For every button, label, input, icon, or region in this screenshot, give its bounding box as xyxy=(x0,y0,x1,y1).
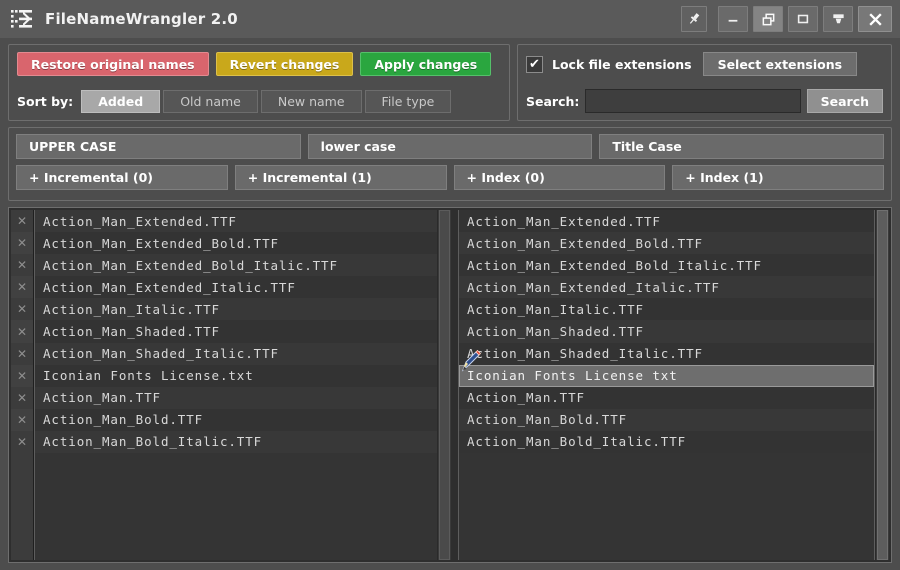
remove-file-button[interactable]: ✕ xyxy=(11,386,33,409)
old-names-list[interactable]: Action_Man_Extended.TTF Action_Man_Extend… xyxy=(34,210,437,560)
revert-changes-button[interactable]: Revert changes xyxy=(215,52,354,76)
case-tools-panel: UPPER CASE lower case Title Case + Incre… xyxy=(8,127,892,201)
application-window: FileNameWrangler 2.0 Restore original na… xyxy=(0,0,900,570)
action-buttons: Restore original names Revert changes Ap… xyxy=(17,52,501,76)
sort-option-added[interactable]: Added xyxy=(81,90,161,113)
numbering-buttons-row: + Incremental (0) + Incremental (1) + In… xyxy=(16,165,884,190)
new-name-row[interactable]: Action_Man_Bold.TTF xyxy=(459,408,874,431)
rollup-icon[interactable] xyxy=(823,6,853,32)
close-icon[interactable] xyxy=(858,6,892,32)
old-name-row[interactable]: Action_Man_Extended.TTF xyxy=(35,210,437,233)
remove-file-button[interactable]: ✕ xyxy=(11,210,33,233)
search-input[interactable] xyxy=(585,89,801,113)
new-names-column: Action_Man_Extended.TTF Action_Man_Extend… xyxy=(458,210,889,560)
new-name-row[interactable]: Action_Man_Bold_Italic.TTF xyxy=(459,430,874,454)
window-controls xyxy=(681,6,896,32)
actions-panel: Restore original names Revert changes Ap… xyxy=(8,44,510,121)
restore-icon[interactable] xyxy=(753,6,783,32)
old-name-row[interactable]: Action_Man_Shaded.TTF xyxy=(35,320,437,343)
search-button[interactable]: Search xyxy=(806,89,883,113)
maximize-icon[interactable] xyxy=(788,6,818,32)
sort-option-new-name[interactable]: New name xyxy=(260,90,362,113)
remove-file-button[interactable]: ✕ xyxy=(11,364,33,387)
apply-changes-button[interactable]: Apply changes xyxy=(360,52,492,76)
file-lists-area: ✕ ✕ ✕ ✕ ✕ ✕ ✕ ✕ ✕ ✕ ✕ Action_Man_Extended.TTF Actio… xyxy=(8,207,892,563)
new-list-scroll-thumb[interactable] xyxy=(877,210,888,560)
title-case-button[interactable]: Title Case xyxy=(599,134,885,159)
select-extensions-button[interactable]: Select extensions xyxy=(702,52,858,76)
case-buttons-row: UPPER CASE lower case Title Case xyxy=(16,134,885,159)
restore-original-names-button[interactable]: Restore original names xyxy=(17,52,209,76)
index-one-button[interactable]: + Index (1) xyxy=(672,165,884,190)
old-name-row[interactable]: Action_Man_Extended_Bold_Italic.TTF xyxy=(35,254,437,277)
remove-buttons-column: ✕ ✕ ✕ ✕ ✕ ✕ ✕ ✕ ✕ ✕ ✕ xyxy=(11,210,34,560)
options-panel: ✔ Lock file extensions Select extensions… xyxy=(517,44,892,121)
new-name-row-editing[interactable]: Iconian Fonts License txt xyxy=(459,364,874,387)
old-name-row[interactable]: Action_Man_Extended_Italic.TTF xyxy=(35,276,437,299)
sort-option-file-type[interactable]: File type xyxy=(364,90,452,113)
new-name-row[interactable]: Action_Man_Extended_Bold_Italic.TTF xyxy=(459,254,874,277)
old-name-row[interactable]: Iconian Fonts License.txt xyxy=(35,364,437,387)
minimize-icon[interactable] xyxy=(718,6,748,32)
upper-case-button[interactable]: UPPER CASE xyxy=(16,134,301,159)
sort-by-label: Sort by: xyxy=(17,94,74,109)
old-name-row[interactable]: Action_Man.TTF xyxy=(35,386,437,409)
new-names-list[interactable]: Action_Man_Extended.TTF Action_Man_Extend… xyxy=(458,210,875,560)
old-list-scrollbar[interactable] xyxy=(437,210,451,560)
remove-file-button[interactable]: ✕ xyxy=(11,298,33,321)
old-list-scroll-thumb[interactable] xyxy=(439,210,450,560)
new-list-scrollbar[interactable] xyxy=(875,210,889,560)
incremental-one-button[interactable]: + Incremental (1) xyxy=(234,165,447,190)
new-name-row[interactable]: Action_Man_Extended.TTF xyxy=(459,210,874,233)
remove-file-button[interactable]: ✕ xyxy=(11,342,33,365)
search-label: Search: xyxy=(526,93,580,109)
remove-file-button[interactable]: ✕ xyxy=(11,232,33,255)
new-name-row[interactable]: Action_Man_Italic.TTF xyxy=(459,298,874,321)
lock-extensions-checkbox[interactable]: ✔ xyxy=(526,55,543,73)
toolbar-region: Restore original names Revert changes Ap… xyxy=(0,38,900,121)
remove-file-button[interactable]: ✕ xyxy=(11,430,33,454)
old-name-row[interactable]: Action_Man_Bold.TTF xyxy=(35,408,437,431)
old-names-column: ✕ ✕ ✕ ✕ ✕ ✕ ✕ ✕ ✕ ✕ ✕ Action_Man_Extended.TTF Actio… xyxy=(11,210,451,560)
remove-file-button[interactable]: ✕ xyxy=(11,254,33,277)
new-name-row[interactable]: Action_Man_Shaded.TTF xyxy=(459,320,874,343)
new-name-row[interactable]: Action_Man_Extended_Italic.TTF xyxy=(459,276,874,299)
remove-file-button[interactable]: ✕ xyxy=(11,276,33,299)
incremental-zero-button[interactable]: + Incremental (0) xyxy=(16,165,228,190)
window-title: FileNameWrangler 2.0 xyxy=(45,10,238,28)
new-name-row[interactable]: Action_Man.TTF xyxy=(459,386,874,409)
index-zero-button[interactable]: + Index (0) xyxy=(453,165,666,190)
old-name-row[interactable]: Action_Man_Bold_Italic.TTF xyxy=(35,430,437,454)
new-name-row[interactable]: Action_Man_Extended_Bold.TTF xyxy=(459,232,874,255)
lock-extensions-row: ✔ Lock file extensions Select extensions xyxy=(526,52,883,76)
remove-file-button[interactable]: ✕ xyxy=(11,408,33,431)
app-icon xyxy=(9,6,35,32)
old-name-row[interactable]: Action_Man_Extended_Bold.TTF xyxy=(35,232,437,255)
remove-file-button[interactable]: ✕ xyxy=(11,320,33,343)
old-name-row[interactable]: Action_Man_Italic.TTF xyxy=(35,298,437,321)
title-bar: FileNameWrangler 2.0 xyxy=(0,0,900,38)
pin-icon[interactable] xyxy=(681,6,707,32)
new-name-row[interactable]: Action_Man_Shaded_Italic.TTF xyxy=(459,342,874,365)
sort-option-old-name[interactable]: Old name xyxy=(163,90,258,113)
old-name-row[interactable]: Action_Man_Shaded_Italic.TTF xyxy=(35,342,437,365)
lock-extensions-label: Lock file extensions xyxy=(552,56,692,72)
search-row: Search: Search xyxy=(526,89,883,113)
sort-by-row: Sort by: Added Old name New name File ty… xyxy=(17,90,501,113)
lower-case-button[interactable]: lower case xyxy=(307,134,593,159)
